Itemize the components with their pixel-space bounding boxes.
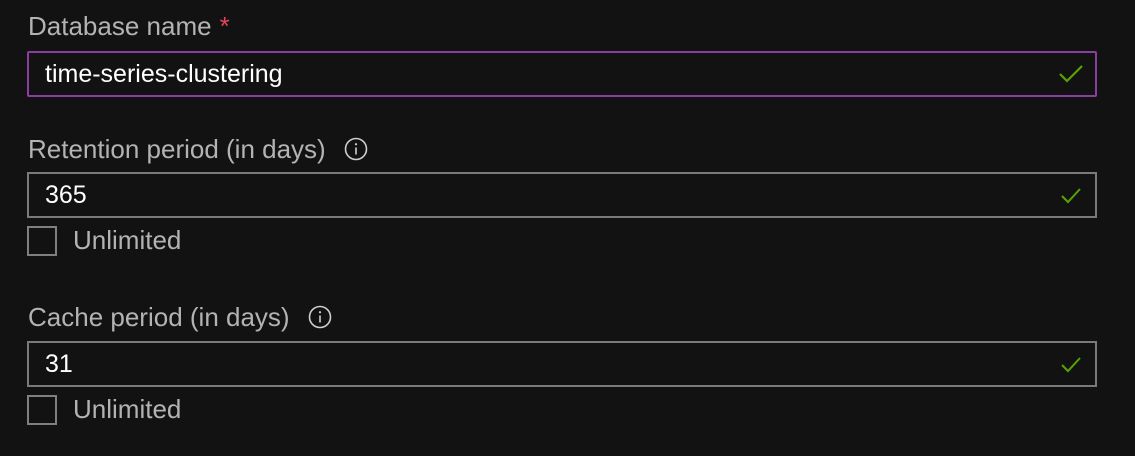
cache-period-label: Cache period (in days) [28, 301, 332, 333]
database-name-label-text: Database name [28, 11, 212, 41]
required-marker: * [219, 11, 230, 41]
cache-period-label-text: Cache period (in days) [28, 302, 290, 332]
info-icon[interactable] [308, 305, 332, 329]
cache-unlimited-row[interactable]: Unlimited [27, 394, 181, 425]
database-name-field[interactable] [27, 51, 1097, 97]
retention-period-label: Retention period (in days) [28, 133, 368, 165]
database-name-label: Database name * [28, 10, 230, 42]
cache-period-input[interactable] [29, 343, 1057, 385]
retention-period-field[interactable] [27, 172, 1097, 218]
cache-period-field[interactable] [27, 341, 1097, 387]
info-icon[interactable] [344, 137, 368, 161]
checkmark-icon [1057, 60, 1085, 88]
retention-unlimited-checkbox[interactable] [27, 225, 57, 256]
retention-period-label-text: Retention period (in days) [28, 134, 326, 164]
cache-unlimited-label[interactable]: Unlimited [73, 394, 181, 425]
cache-unlimited-checkbox[interactable] [27, 394, 57, 425]
retention-unlimited-label[interactable]: Unlimited [73, 225, 181, 256]
retention-period-input[interactable] [29, 174, 1057, 216]
checkmark-icon [1057, 181, 1085, 209]
retention-unlimited-row[interactable]: Unlimited [27, 225, 181, 256]
database-name-input[interactable] [29, 53, 1057, 95]
checkmark-icon [1057, 350, 1085, 378]
